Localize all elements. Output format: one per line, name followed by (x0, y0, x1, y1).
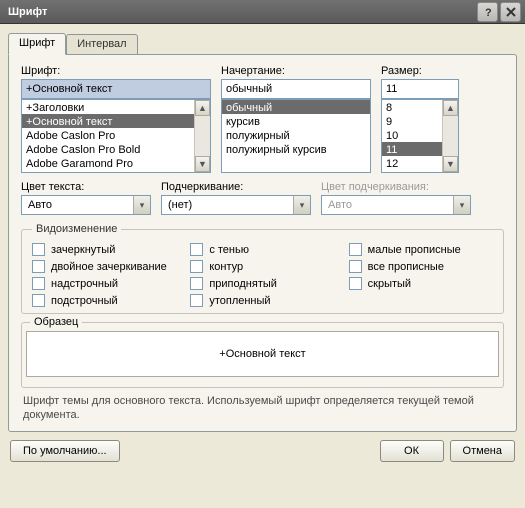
cancel-button[interactable]: Отмена (450, 440, 515, 462)
chevron-down-icon[interactable]: ▾ (293, 196, 310, 214)
list-item[interactable]: Adobe Caslon Pro Bold (22, 142, 210, 156)
checkbox-smallcaps[interactable]: малые прописные (349, 243, 493, 256)
tab-panel-font: Шрифт: +Заголовки +Основной текст Adobe … (8, 54, 517, 432)
scroll-down-icon[interactable]: ▼ (443, 156, 458, 172)
combo-value: Авто (328, 199, 352, 211)
checkbox-outline[interactable]: контур (190, 260, 334, 273)
scrollbar[interactable]: ▲ ▼ (194, 100, 210, 172)
checkbox-emboss[interactable]: приподнятый (190, 277, 334, 290)
font-label: Шрифт: (21, 65, 211, 77)
scroll-up-icon[interactable]: ▲ (195, 100, 210, 116)
sample-preview: +Основной текст (26, 331, 499, 377)
tab-strip: Шрифт Интервал (8, 32, 517, 54)
checkbox-double-strike[interactable]: двойное зачеркивание (32, 260, 176, 273)
checkbox-shadow[interactable]: с тенью (190, 243, 334, 256)
font-size-input[interactable] (381, 79, 459, 99)
combo-value: Авто (28, 199, 52, 211)
size-label: Размер: (381, 65, 459, 77)
style-label: Начертание: (221, 65, 371, 77)
dialog-buttons: По умолчанию... ОК Отмена (8, 440, 517, 464)
font-name-input[interactable] (21, 79, 211, 99)
tab-font[interactable]: Шрифт (8, 33, 66, 55)
chevron-down-icon: ▾ (453, 196, 470, 214)
font-list[interactable]: +Заголовки +Основной текст Adobe Caslon … (21, 99, 211, 173)
dialog-body: Шрифт Интервал Шрифт: +Заголовки +Основн… (0, 24, 525, 472)
checkbox-subscript[interactable]: подстрочный (32, 294, 176, 307)
effects-legend: Видоизменение (32, 223, 121, 235)
effects-group: Видоизменение зачеркнутый с тенью малые … (21, 223, 504, 314)
close-button[interactable] (500, 2, 521, 22)
underline-label: Подчеркивание: (161, 181, 311, 193)
window-title: Шрифт (8, 6, 47, 18)
text-color-label: Цвет текста: (21, 181, 151, 193)
checkbox-superscript[interactable]: надстрочный (32, 277, 176, 290)
list-item[interactable]: полужирный (222, 128, 370, 142)
svg-text:?: ? (485, 7, 492, 18)
checkbox-engrave[interactable]: утопленный (190, 294, 334, 307)
sample-label: Образец (30, 316, 82, 328)
default-button[interactable]: По умолчанию... (10, 440, 120, 462)
list-item[interactable]: +Основной текст (22, 114, 210, 128)
scroll-up-icon[interactable]: ▲ (443, 100, 458, 116)
checkbox-hidden[interactable]: скрытый (349, 277, 493, 290)
title-bar: Шрифт ? (0, 0, 525, 24)
checkbox-strike[interactable]: зачеркнутый (32, 243, 176, 256)
list-item[interactable]: курсив (222, 114, 370, 128)
list-item[interactable]: Adobe Caslon Pro (22, 128, 210, 142)
list-item[interactable]: обычный (222, 100, 370, 114)
combo-value: (нет) (168, 199, 192, 211)
list-item[interactable]: Adobe Garamond Pro (22, 156, 210, 170)
scroll-down-icon[interactable]: ▼ (195, 156, 210, 172)
underline-color-label: Цвет подчеркивания: (321, 181, 471, 193)
tab-spacing[interactable]: Интервал (66, 34, 137, 54)
style-list[interactable]: обычный курсив полужирный полужирный кур… (221, 99, 371, 173)
underline-color-combo: Авто ▾ (321, 195, 471, 215)
font-style-input[interactable] (221, 79, 371, 99)
list-item[interactable]: +Заголовки (22, 100, 210, 114)
help-button[interactable]: ? (477, 2, 498, 22)
underline-combo[interactable]: (нет) ▾ (161, 195, 311, 215)
size-list[interactable]: 8 9 10 11 12 ▲ ▼ (381, 99, 459, 173)
ok-button[interactable]: ОК (380, 440, 444, 462)
checkbox-allcaps[interactable]: все прописные (349, 260, 493, 273)
hint-text: Шрифт темы для основного текста. Использ… (23, 394, 502, 423)
scrollbar[interactable]: ▲ ▼ (442, 100, 458, 172)
chevron-down-icon[interactable]: ▾ (133, 196, 150, 214)
sample-group: Образец +Основной текст (21, 322, 504, 388)
system-buttons: ? (477, 2, 521, 22)
list-item[interactable]: полужирный курсив (222, 142, 370, 156)
text-color-combo[interactable]: Авто ▾ (21, 195, 151, 215)
